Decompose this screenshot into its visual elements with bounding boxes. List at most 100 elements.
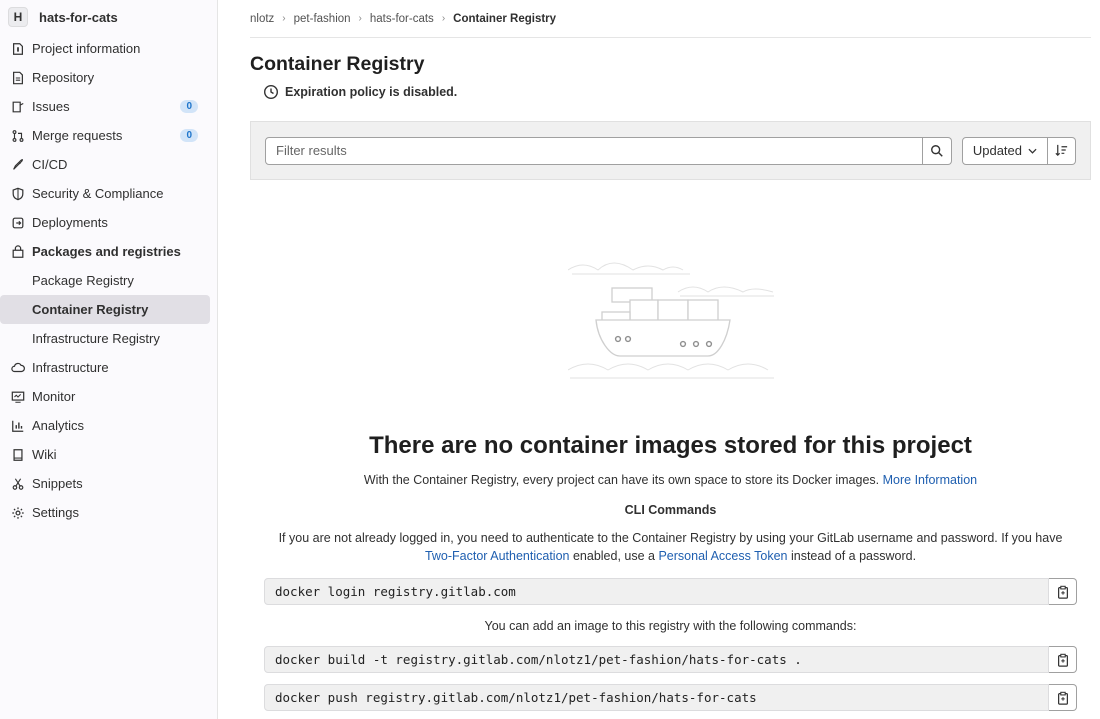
sidebar-item-label: Project information [32,41,141,56]
expiration-policy-text: Expiration policy is disabled. [285,85,458,99]
cli-commands-heading: CLI Commands [624,503,717,517]
gear-icon [10,505,26,521]
sidebar-item-label: Monitor [32,389,76,404]
login-command[interactable]: docker login registry.gitlab.com [264,578,1049,605]
sidebar-subitem-label: Package Registry [32,273,134,288]
sidebar-item-packages-registries[interactable]: Packages and registries [0,237,217,266]
chevron-down-icon [1028,146,1037,156]
project-name: hats-for-cats [39,9,118,25]
search-icon [930,144,943,157]
sidebar-item-label: Analytics [32,418,85,433]
sidebar-item-repository[interactable]: Repository [0,63,217,92]
sidebar-item-analytics[interactable]: Analytics [0,411,217,440]
auth-text-2: enabled, use a [572,549,655,563]
personal-access-token-link[interactable]: Personal Access Token [658,549,787,563]
sidebar-item-merge-requests[interactable]: Merge requests 0 [0,121,217,150]
page-title: Container Registry [250,53,425,75]
sidebar-subitem-infrastructure-registry[interactable]: Infrastructure Registry [0,324,217,353]
sidebar-item-ci-cd[interactable]: CI/CD [0,150,217,179]
info-icon [10,41,26,57]
add-image-instructions: You can add an image to this registry wi… [484,619,857,633]
avatar: H [8,7,28,27]
more-information-link[interactable]: More Information [883,473,977,487]
sidebar: H hats-for-cats Project information Repo… [0,0,218,719]
empty-state-description: With the Container Registry, every proje… [250,473,1091,487]
sidebar-item-project-information[interactable]: Project information [0,34,217,63]
sidebar-subitem-container-registry[interactable]: Container Registry [0,295,210,324]
main-content: nlotz › pet-fashion › hats-for-cats › Co… [250,0,1091,711]
breadcrumb-item-current[interactable]: Container Registry [453,13,556,25]
auth-instructions: If you are not already logged in, you ne… [250,529,1091,565]
sidebar-item-infrastructure[interactable]: Infrastructure [0,353,217,382]
breadcrumb-item-nlotz[interactable]: nlotz [250,13,274,25]
copy-icon [1057,691,1068,705]
sidebar-item-label: Snippets [32,476,83,491]
filter-bar: Filter results Updated [250,121,1091,180]
sidebar-item-label: Infrastructure [32,360,109,375]
chevron-right-icon: › [358,13,362,24]
sidebar-item-snippets[interactable]: Snippets [0,469,217,498]
clock-icon [263,84,279,100]
sidebar-subitem-package-registry[interactable]: Package Registry [0,266,217,295]
sidebar-item-settings[interactable]: Settings [0,498,217,527]
sidebar-subitem-label: Infrastructure Registry [32,331,160,346]
shield-icon [10,186,26,202]
sort-dropdown[interactable]: Updated [961,136,1048,165]
sidebar-item-monitor[interactable]: Monitor [0,382,217,411]
sidebar-item-security-compliance[interactable]: Security & Compliance [0,179,217,208]
copy-push-command-button[interactable] [1049,684,1077,711]
sort-direction-button[interactable] [1048,136,1076,165]
issues-icon [10,99,26,115]
monitor-icon [10,389,26,405]
sort-lowest-icon [1055,144,1068,157]
doc-icon [10,70,26,86]
copy-build-command-button[interactable] [1049,646,1077,673]
sidebar-item-label: CI/CD [32,157,68,172]
copy-icon [1057,585,1068,599]
deployments-icon [10,215,26,231]
issues-count-badge: 0 [180,100,198,113]
sidebar-item-label: Packages and registries [32,244,181,259]
empty-state-ship-illustration [568,262,774,379]
breadcrumb: nlotz › pet-fashion › hats-for-cats › Co… [250,0,1091,38]
sidebar-item-label: Merge requests [32,128,123,143]
sidebar-item-issues[interactable]: Issues 0 [0,92,217,121]
sort-label: Updated [972,143,1022,158]
cloud-icon [10,360,26,376]
empty-state-description-text: With the Container Registry, every proje… [363,473,880,487]
sidebar-item-wiki[interactable]: Wiki [0,440,217,469]
breadcrumb-item-pet-fashion[interactable]: pet-fashion [294,13,351,25]
merge-requests-count-badge: 0 [180,129,198,142]
sidebar-item-label: Issues [32,99,70,114]
sidebar-item-deployments[interactable]: Deployments [0,208,217,237]
push-command[interactable]: docker push registry.gitlab.com/nlotz1/p… [264,684,1049,711]
scissors-icon [10,476,26,492]
breadcrumb-item-hats-for-cats[interactable]: hats-for-cats [370,13,434,25]
build-command-row: docker build -t registry.gitlab.com/nlot… [264,646,1077,673]
build-command[interactable]: docker build -t registry.gitlab.com/nlot… [264,646,1049,673]
two-factor-auth-link[interactable]: Two-Factor Authentication [425,549,570,563]
sidebar-item-label: Settings [32,505,79,520]
chevron-right-icon: › [282,13,286,24]
filter-input[interactable]: Filter results [265,136,924,165]
book-icon [10,447,26,463]
auth-text-3: instead of a password. [790,549,917,563]
sort-group: Updated [961,136,1076,165]
push-command-row: docker push registry.gitlab.com/nlotz1/p… [264,684,1077,711]
chevron-right-icon: › [441,13,446,24]
sidebar-item-label: Deployments [32,215,108,230]
sidebar-subitem-label: Container Registry [32,302,149,317]
project-header[interactable]: H hats-for-cats [0,0,217,34]
empty-state-title: There are no container images stored for… [369,432,972,459]
login-command-row: docker login registry.gitlab.com [264,578,1077,605]
chart-icon [10,418,26,434]
sidebar-nav: Project information Repository Issues 0 … [0,34,217,527]
copy-login-command-button[interactable] [1049,578,1077,605]
expiration-policy-status: Expiration policy is disabled. [263,84,1091,100]
auth-text-1: If you are not already logged in, you ne… [278,531,1063,545]
sidebar-item-label: Wiki [32,447,57,462]
copy-icon [1057,653,1068,667]
sidebar-item-label: Security & Compliance [32,186,164,201]
merge-icon [10,128,26,144]
search-button[interactable] [923,136,952,165]
